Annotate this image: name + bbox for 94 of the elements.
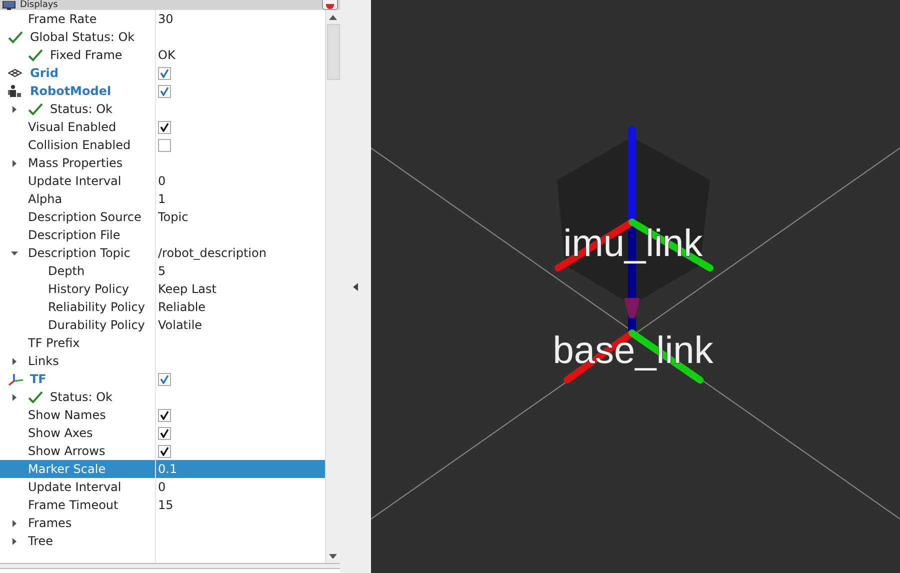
property-value[interactable]: /robot_description — [158, 246, 266, 260]
tree-row[interactable]: Links — [0, 352, 325, 370]
monitor-icon — [2, 0, 16, 10]
property-name: Mass Properties — [28, 156, 123, 170]
property-name: Alpha — [28, 192, 62, 206]
display-name: RobotModel — [30, 84, 112, 98]
tree-row[interactable]: TF — [0, 370, 325, 388]
tree-row[interactable]: TF Prefix — [0, 334, 325, 352]
scrollbar[interactable] — [325, 10, 340, 563]
property-value[interactable]: Volatile — [158, 318, 202, 332]
property-value[interactable]: OK — [158, 48, 176, 62]
tree-row[interactable]: Show Names — [0, 406, 325, 424]
property-name: Visual Enabled — [28, 120, 116, 134]
tree-row[interactable]: Tree — [0, 532, 325, 550]
checkbox[interactable] — [158, 426, 171, 440]
robot-icon — [8, 84, 22, 98]
tree-row[interactable]: Description Source Topic — [0, 208, 325, 226]
tree-row[interactable]: Depth 5 — [0, 262, 325, 280]
tree-row[interactable]: Durability Policy Volatile — [0, 316, 325, 334]
property-value[interactable]: Topic — [158, 210, 188, 224]
property-name: History Policy — [48, 282, 130, 296]
checkbox[interactable] — [158, 372, 171, 386]
scroll-thumb[interactable] — [326, 24, 340, 80]
property-name: Frame Timeout — [28, 498, 118, 512]
property-value[interactable]: Keep Last — [158, 282, 216, 296]
tree-row[interactable]: Description Topic /robot_description — [0, 244, 325, 262]
property-value[interactable]: 0.1 — [158, 462, 178, 476]
checkbox[interactable] — [158, 120, 171, 134]
close-button[interactable] — [322, 0, 338, 10]
tree-row[interactable]: Reliability Policy Reliable — [0, 298, 325, 316]
property-name: Collision Enabled — [28, 138, 131, 152]
status-label: Fixed Frame — [50, 48, 122, 62]
tree-row[interactable]: Update Interval 0 — [0, 172, 325, 190]
status-label: Global Status: Ok — [30, 30, 135, 44]
tree-row[interactable]: Show Axes — [0, 424, 325, 442]
property-name: Depth — [48, 264, 85, 278]
property-name: Description Source — [28, 210, 142, 224]
property-name: Durability Policy — [48, 318, 145, 332]
tree-row[interactable]: Show Arrows — [0, 442, 325, 460]
axes-icon — [8, 372, 24, 386]
checkbox[interactable] — [158, 84, 171, 98]
tree-row[interactable]: Status: Ok — [0, 100, 325, 118]
tree-row[interactable]: Frames — [0, 514, 325, 532]
check-icon — [28, 48, 43, 62]
tree-row[interactable]: Status: Ok — [0, 388, 325, 406]
property-value[interactable]: Reliable — [158, 300, 206, 314]
property-name: Description File — [28, 228, 120, 242]
property-value[interactable]: 5 — [158, 264, 166, 278]
property-name: Links — [28, 354, 59, 368]
property-value[interactable]: 30 — [158, 12, 174, 26]
checkbox[interactable] — [158, 138, 171, 152]
property-name: Description Topic — [28, 246, 130, 260]
status-label: Status: Ok — [50, 390, 112, 404]
property-name: Reliability Policy — [48, 300, 145, 314]
tree-row[interactable]: Alpha 1 — [0, 190, 325, 208]
tree-row[interactable]: Fixed Frame OK — [0, 46, 325, 64]
display-name: TF — [30, 372, 46, 386]
selected-row[interactable]: Marker Scale 0.1 — [0, 460, 325, 478]
checkbox[interactable] — [158, 66, 171, 80]
property-value[interactable]: 0 — [158, 480, 166, 494]
property-name: Tree — [28, 534, 54, 548]
panel-title: Displays — [20, 0, 59, 10]
tree-row[interactable]: Frame Timeout 15 — [0, 496, 325, 514]
property-value[interactable]: 1 — [158, 192, 166, 206]
property-name: Frames — [28, 516, 72, 530]
property-name: Update Interval — [28, 480, 122, 494]
collapse-arrow-icon[interactable] — [353, 282, 358, 290]
property-name: Show Axes — [28, 426, 93, 440]
grid-icon — [8, 69, 22, 77]
property-name: Frame Rate — [28, 12, 97, 26]
check-icon — [28, 390, 43, 404]
tree-row[interactable]: Global Status: Ok — [0, 28, 325, 46]
tree-row[interactable]: Frame Rate 30 — [0, 10, 325, 28]
tree-row[interactable]: Mass Properties — [0, 154, 325, 172]
property-name: Update Interval — [28, 174, 122, 188]
checkbox[interactable] — [158, 444, 171, 458]
tree-row[interactable]: Update Interval 0 — [0, 478, 325, 496]
status-label: Status: Ok — [50, 102, 112, 116]
tree-row[interactable]: RobotModel — [0, 82, 325, 100]
tree-row[interactable]: Description File — [0, 226, 325, 244]
checkbox[interactable] — [158, 408, 171, 422]
tree-row[interactable]: History Policy Keep Last — [0, 280, 325, 298]
display-name: Grid — [30, 66, 58, 80]
check-icon — [8, 30, 23, 44]
tree-row[interactable]: Collision Enabled — [0, 136, 325, 154]
property-value[interactable]: 15 — [158, 498, 174, 512]
tree-row[interactable]: Grid — [0, 64, 325, 82]
property-name: Marker Scale — [28, 462, 106, 476]
property-value[interactable]: 0 — [158, 174, 166, 188]
property-name: Show Names — [28, 408, 106, 422]
tree-row[interactable]: Visual Enabled — [0, 118, 325, 136]
property-name: TF Prefix — [28, 336, 80, 350]
property-name: Show Arrows — [28, 444, 106, 458]
check-icon — [28, 102, 43, 116]
